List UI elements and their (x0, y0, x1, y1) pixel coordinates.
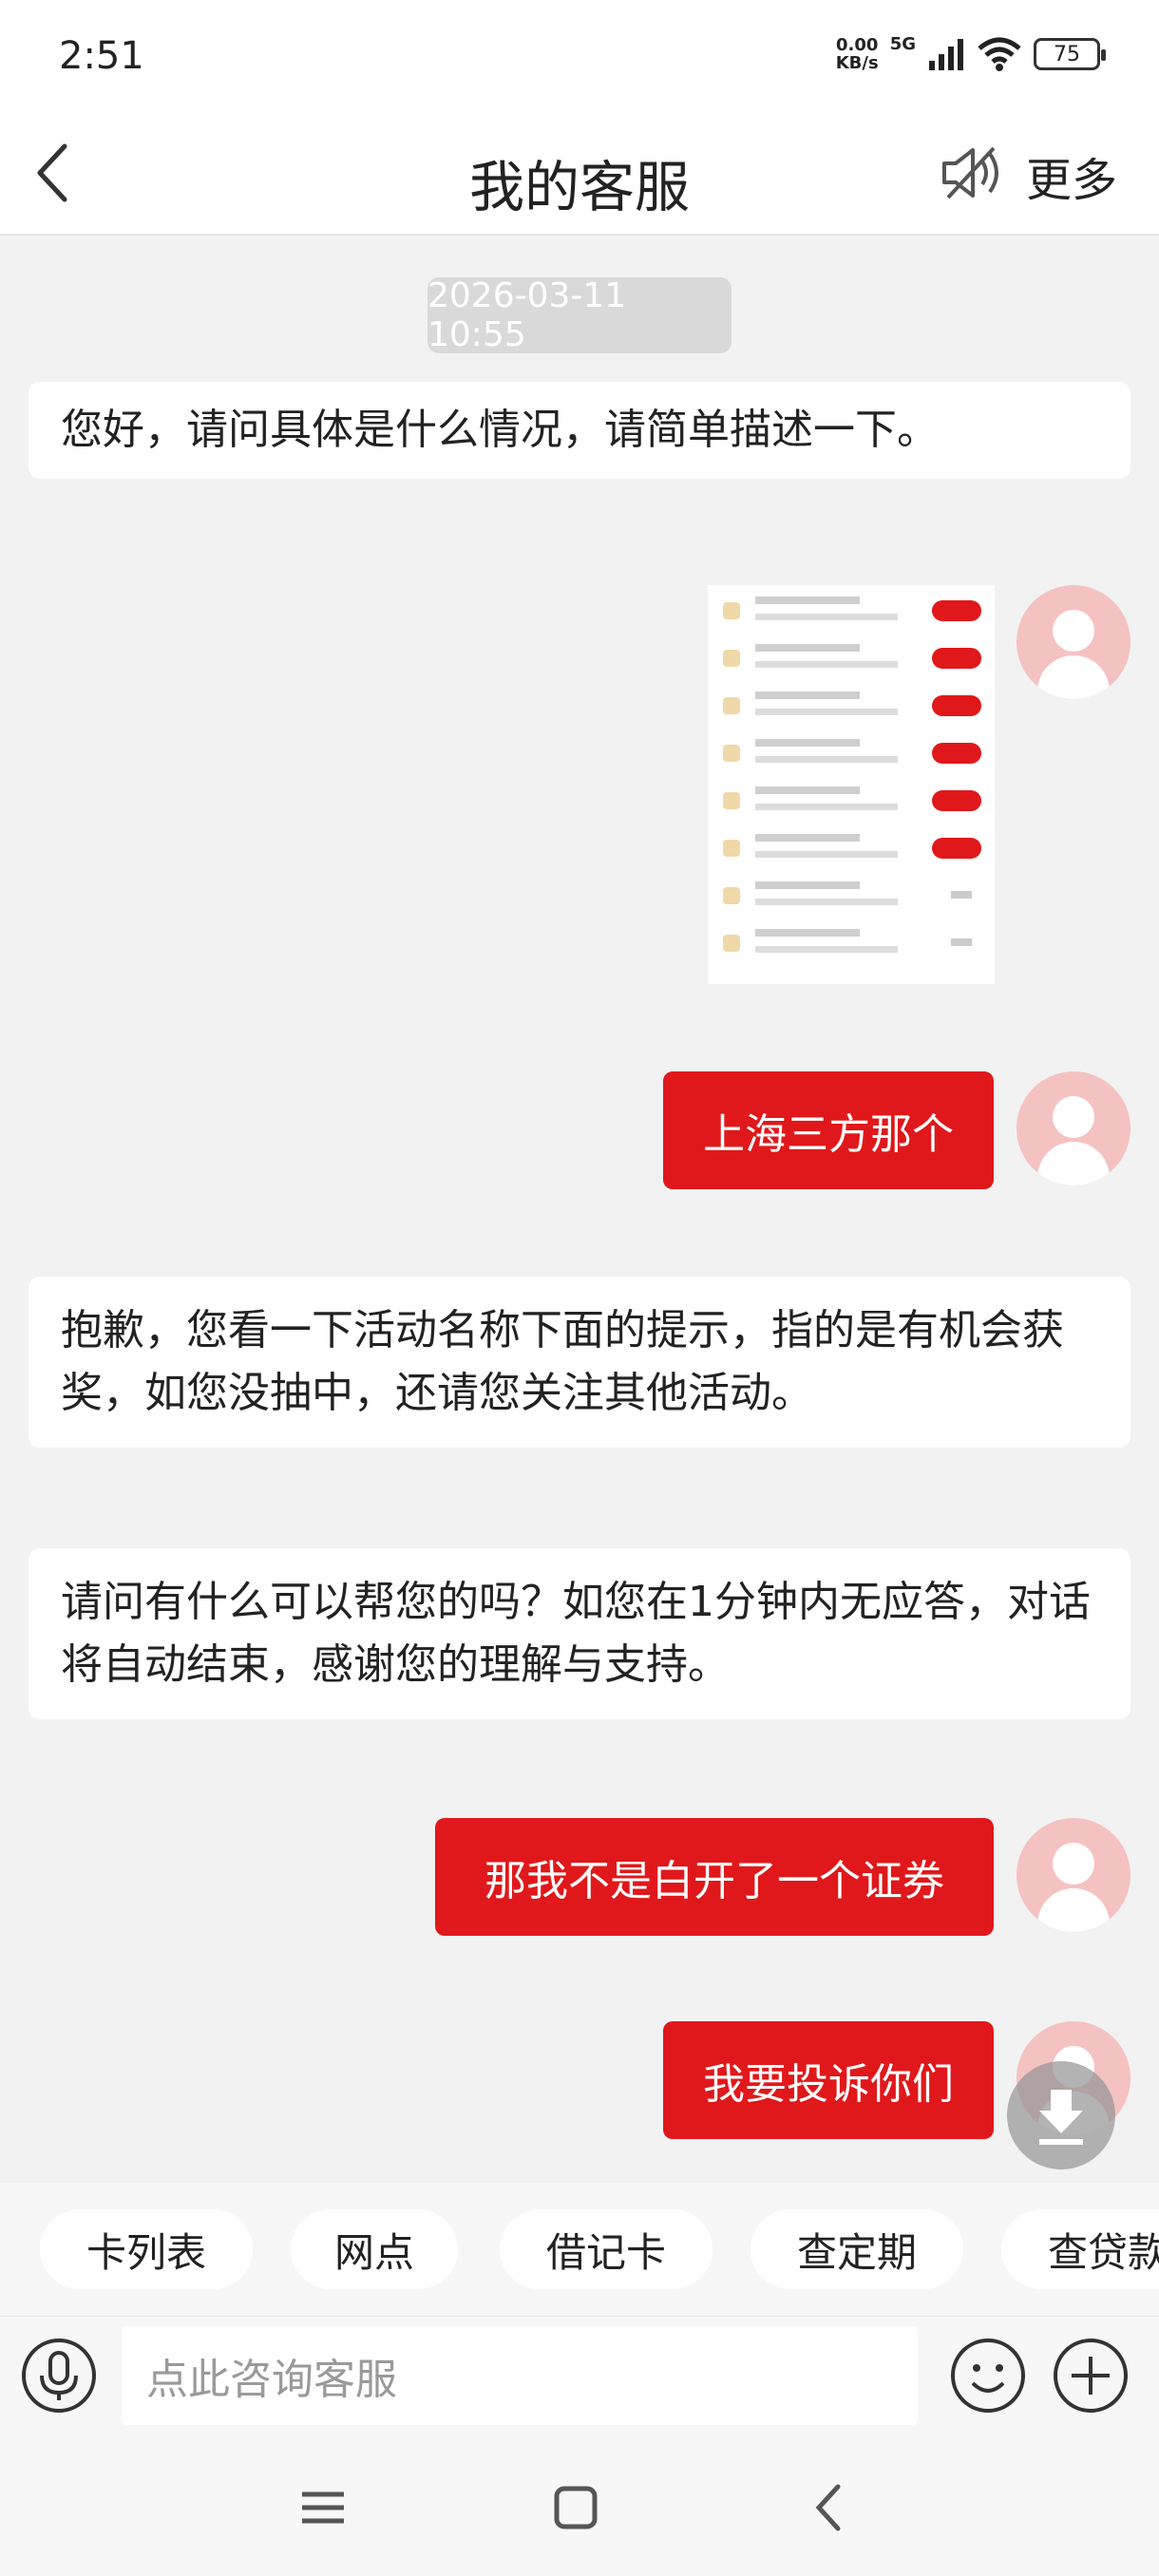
message-text: 那我不是白开了一个证券 (484, 1857, 944, 1905)
quick-reply-chip[interactable]: 网点 (291, 2209, 458, 2289)
battery-indicator: 75 (1034, 38, 1106, 70)
quick-reply-chip[interactable]: 查定期 (750, 2209, 963, 2289)
network-type: 5G (889, 34, 916, 54)
user-message: 我要投诉你们 (663, 2021, 994, 2139)
system-nav-bar (0, 2439, 1159, 2576)
message-text: 我要投诉你们 (703, 2060, 954, 2109)
chat-area[interactable]: 2026-03-11 10:55 您好，请问具体是什么情况，请简单描述一下。 上… (0, 236, 1159, 2183)
image-message[interactable] (708, 585, 995, 984)
menu-icon[interactable] (289, 2473, 357, 2542)
speaker-off-icon[interactable] (933, 135, 1009, 211)
scroll-to-bottom-button[interactable] (1007, 2061, 1115, 2169)
net-speed-unit: KB/s (835, 53, 879, 73)
message-text: 请问有什么可以帮您的吗？如您在1分钟内无应答，对话将自动结束，感谢您的理解与支持… (61, 1578, 1091, 1689)
chat-input[interactable]: 点此咨询客服 (122, 2326, 918, 2425)
more-button[interactable]: 更多 (1026, 142, 1117, 209)
user-avatar (1016, 585, 1130, 699)
user-message: 那我不是白开了一个证券 (435, 1818, 994, 1936)
quick-reply-chip[interactable]: 借记卡 (500, 2209, 712, 2289)
message-text: 上海三方那个 (703, 1110, 954, 1159)
wifi-icon (978, 37, 1021, 71)
download-arrow-icon (1039, 2090, 1083, 2145)
message-text: 您好，请问具体是什么情况，请简单描述一下。 (61, 406, 939, 454)
nav-bar: 我的客服 更多 (0, 114, 1159, 236)
signal-icon (929, 39, 963, 70)
microphone-icon[interactable] (19, 2336, 99, 2415)
status-bar: 2:51 0.00 KB/s 5G 75 (0, 0, 1159, 114)
net-speed: 0.00 KB/s (836, 36, 879, 72)
smiley-icon[interactable] (948, 2336, 1028, 2415)
back-icon[interactable] (796, 2473, 864, 2542)
status-icons: 0.00 KB/s 5G 75 (836, 34, 1106, 72)
quick-reply-bar[interactable]: 卡列表 网点 借记卡 查定期 查贷款 (0, 2183, 1159, 2316)
quick-reply-chip[interactable]: 查贷款 (1001, 2209, 1159, 2289)
user-avatar (1016, 1818, 1130, 1932)
status-time: 2:51 (59, 34, 144, 78)
agent-message: 您好，请问具体是什么情况，请简单描述一下。 (28, 382, 1130, 479)
user-avatar (1016, 1071, 1130, 1185)
agent-message: 抱歉，您看一下活动名称下面的提示，指的是有机会获奖，如您没抽中，还请您关注其他活… (28, 1277, 1130, 1448)
net-speed-value: 0.00 (835, 35, 879, 55)
chat-timestamp: 2026-03-11 10:55 (428, 276, 732, 354)
quick-reply-chip[interactable]: 卡列表 (40, 2209, 253, 2289)
input-bar: 点此咨询客服 (0, 2316, 1159, 2439)
user-message: 上海三方那个 (663, 1071, 994, 1189)
home-icon[interactable] (542, 2473, 610, 2542)
agent-message: 请问有什么可以帮您的吗？如您在1分钟内无应答，对话将自动结束，感谢您的理解与支持… (28, 1548, 1130, 1719)
message-text: 抱歉，您看一下活动名称下面的提示，指的是有机会获奖，如您没抽中，还请您关注其他活… (61, 1306, 1064, 1417)
plus-icon[interactable] (1051, 2336, 1130, 2415)
